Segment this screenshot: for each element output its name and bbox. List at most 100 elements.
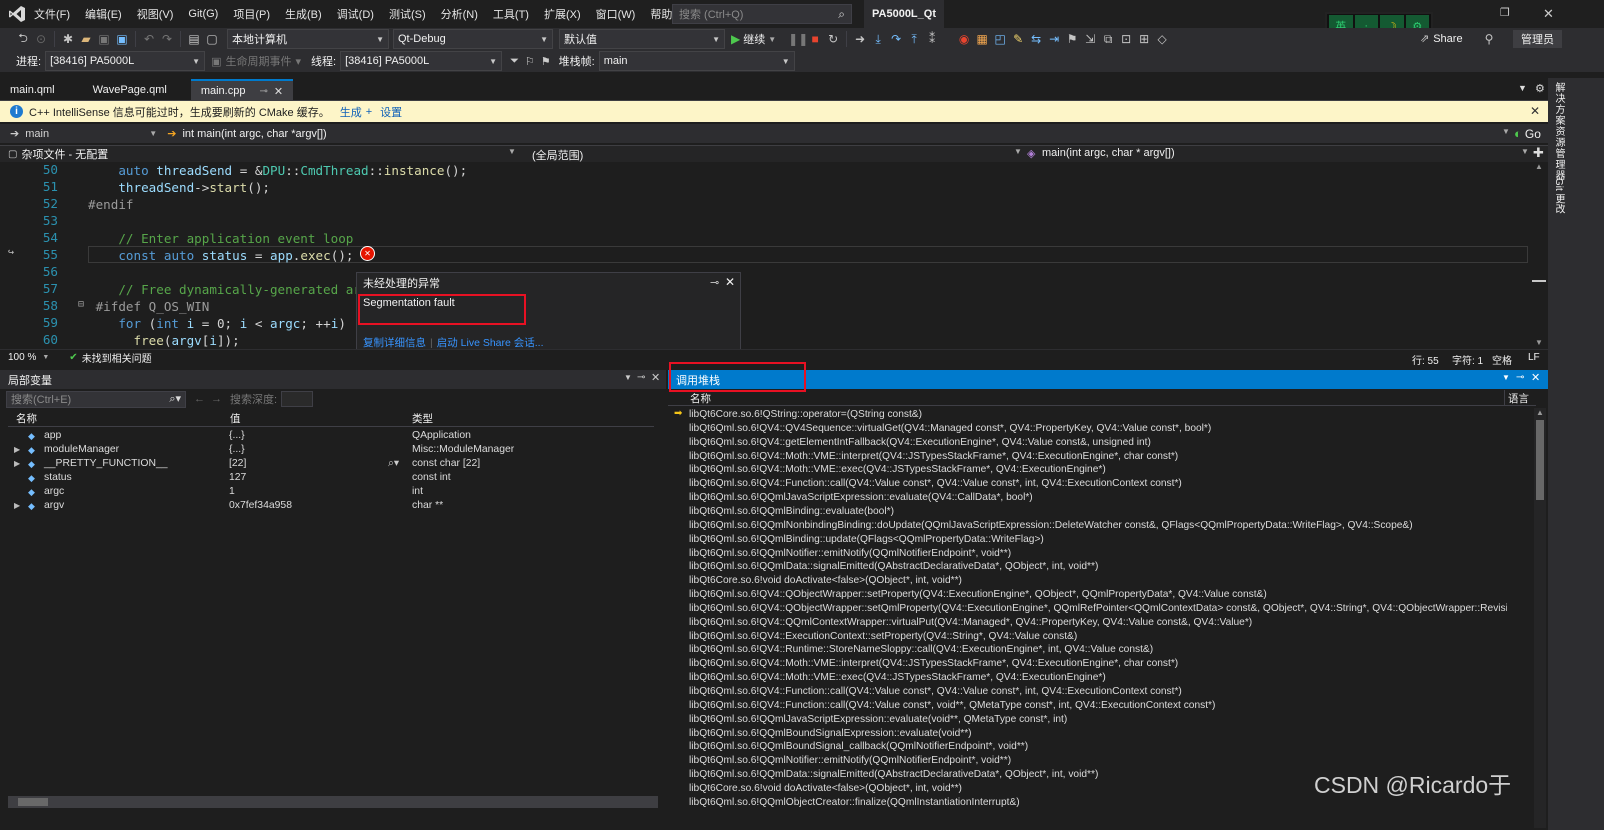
settings-link[interactable]: 设置: [380, 104, 402, 120]
callstack-frame[interactable]: libQt6Qml.so.6!QV4::Function::call(QV4::…: [689, 685, 1507, 699]
chevron-down-icon[interactable]: ▼: [1014, 147, 1022, 156]
code-line[interactable]: const auto status = app.exec();: [88, 247, 353, 264]
eol-indicator[interactable]: LF: [1528, 352, 1540, 363]
locals-hscrollbar[interactable]: [8, 796, 658, 808]
hex-display-icon[interactable]: ⁑: [923, 32, 941, 46]
object-browser-icon[interactable]: ⊡: [1117, 32, 1135, 46]
show-next-statement-icon[interactable]: ➜: [851, 32, 869, 46]
callstack-frame[interactable]: libQt6Qml.so.6!QQmlNonbindingBinding::do…: [689, 519, 1507, 533]
close-window-icon[interactable]: ✕: [1543, 6, 1554, 22]
locals-row[interactable]: ▶ ◆ argv 0x7fef34a958 char **: [8, 499, 654, 513]
zoom-level[interactable]: 100 %: [8, 352, 36, 363]
code-line[interactable]: #endif: [88, 196, 134, 213]
forward-icon[interactable]: →: [211, 393, 222, 405]
liveshare-link[interactable]: 启动 Live Share 会话...: [437, 335, 544, 350]
platform-select[interactable]: 默认值 ▼: [559, 29, 725, 49]
indent-icon[interactable]: ⇥: [1045, 32, 1063, 46]
char-indicator[interactable]: 字符: 1: [1452, 352, 1483, 367]
git-changes-tab[interactable]: Git 更改: [1551, 178, 1566, 214]
callstack-frame[interactable]: libQt6Qml.so.6!QQmlBinding::evaluate(boo…: [689, 505, 1507, 519]
scroll-up-icon[interactable]: ▲: [1536, 408, 1544, 417]
callstack-frame[interactable]: libQt6Qml.so.6!QV4::Moth::VME::exec(QV4:…: [689, 671, 1507, 685]
callstack-frame[interactable]: libQt6Qml.so.6!QQmlData::signalEmitted(Q…: [689, 560, 1507, 574]
target-machine-select[interactable]: 本地计算机 ▼: [227, 29, 389, 49]
code-line[interactable]: // Enter application event loop: [88, 230, 353, 247]
find-icon[interactable]: ▤: [185, 32, 203, 46]
callstack-frame[interactable]: libQt6Qml.so.6!QV4::QV4Sequence::virtual…: [689, 422, 1507, 436]
callstack-frame[interactable]: libQt6Qml.so.6!QQmlJavaScriptExpression:…: [689, 713, 1507, 727]
expand-icon[interactable]: ▶: [14, 443, 20, 457]
search-input[interactable]: 搜索 (Ctrl+Q) ⌕: [672, 4, 852, 24]
callstack-frame[interactable]: libQt6Qml.so.6!QQmlBoundSignalExpression…: [689, 727, 1507, 741]
add-split-icon[interactable]: ✚: [1533, 145, 1544, 161]
callstack-frame[interactable]: libQt6Qml.so.6!QV4::Moth::VME::interpret…: [689, 450, 1507, 464]
solution-explorer-tab[interactable]: 解决方案资源管理器: [1551, 82, 1566, 181]
step-into-icon[interactable]: ⤓: [869, 32, 887, 47]
variable-value[interactable]: [22]: [229, 457, 246, 471]
tab-overflow-icon[interactable]: ▼: [1518, 83, 1527, 93]
settings-icon[interactable]: ⚙: [1535, 82, 1545, 95]
next-bookmark-icon[interactable]: ⇲: [1081, 32, 1099, 46]
file-scope[interactable]: 杂项文件 - 无配置: [21, 146, 108, 162]
restart-icon[interactable]: ↻: [824, 32, 842, 46]
global-scope[interactable]: (全局范围): [532, 147, 583, 163]
step-out-icon[interactable]: ⤒: [905, 32, 923, 47]
column-language[interactable]: 语言: [1508, 391, 1529, 406]
callstack-frame[interactable]: libQt6Qml.so.6!QQmlNotifier::emitNotify(…: [689, 547, 1507, 561]
lifecycle-events-button[interactable]: 生命周期事件: [225, 53, 291, 69]
menu-item[interactable]: 文件(F): [34, 6, 70, 22]
diagnostics-icon[interactable]: ◉: [955, 32, 973, 46]
column-type[interactable]: 类型: [412, 411, 433, 426]
redo-icon[interactable]: ↷: [158, 32, 176, 46]
properties-icon[interactable]: ◇: [1153, 32, 1171, 46]
callstack-frame[interactable]: libQt6Qml.so.6!QQmlBinding::update(QFlag…: [689, 533, 1507, 547]
configuration-select[interactable]: Qt-Debug ▼: [393, 29, 553, 49]
chevron-down-icon[interactable]: ▼: [1521, 147, 1529, 156]
variable-value[interactable]: 0x7fef34a958: [229, 499, 292, 513]
menu-item[interactable]: 工具(T): [493, 6, 529, 22]
close-icon[interactable]: ✕: [274, 85, 283, 98]
close-icon[interactable]: ✕: [651, 371, 660, 384]
issues-status[interactable]: 未找到相关问题: [82, 350, 152, 365]
callstack-frame[interactable]: libQt6Qml.so.6!QV4::QQmlContextWrapper::…: [689, 616, 1507, 630]
callstack-frame[interactable]: libQt6Qml.so.6!QV4::getElementIntFallbac…: [689, 436, 1507, 450]
expand-icon[interactable]: ▶: [14, 499, 20, 513]
toggle-bookmark-icon[interactable]: ⚑: [1063, 32, 1081, 46]
callstack-frame[interactable]: libQt6Core.so.6!void doActivate<false>(Q…: [689, 574, 1507, 588]
code-line[interactable]: // Free dynamically-generated ar: [88, 281, 361, 298]
class-view-icon[interactable]: ⧉: [1099, 32, 1117, 47]
comment-icon[interactable]: ✎: [1009, 32, 1027, 46]
tab-main-cpp[interactable]: main.cpp ⊸ ✕: [190, 79, 294, 101]
variable-value[interactable]: 1: [229, 485, 235, 499]
back-icon[interactable]: ⮌: [14, 29, 32, 50]
toolbox-icon[interactable]: ⊞: [1135, 32, 1153, 46]
code-line[interactable]: auto threadSend = &DPU::CmdThread::insta…: [88, 162, 467, 179]
scope-select[interactable]: main ▼: [25, 128, 157, 140]
back-icon[interactable]: ←: [194, 393, 205, 405]
breakpoint-window-icon[interactable]: ◰: [991, 32, 1009, 46]
callstack-frame[interactable]: libQt6Qml.so.6!QV4::Moth::VME::interpret…: [689, 657, 1507, 671]
feedback-icon[interactable]: ⚲: [1480, 32, 1498, 46]
menu-item[interactable]: 扩展(X): [544, 6, 581, 22]
callstack-frame[interactable]: libQt6Qml.so.6!QV4::Function::call(QV4::…: [689, 699, 1507, 713]
variable-value[interactable]: {...}: [229, 443, 245, 457]
stackframe-select[interactable]: main ▼: [598, 51, 795, 71]
pin-icon[interactable]: ⊸: [1516, 372, 1524, 383]
dropdown-icon[interactable]: ▼: [624, 373, 632, 382]
menu-item[interactable]: 分析(N): [441, 6, 478, 22]
menu-item[interactable]: Git(G): [188, 8, 218, 20]
close-icon[interactable]: ✕: [725, 275, 735, 289]
whitespace-indicator[interactable]: 空格: [1492, 352, 1512, 367]
callstack-scrollbar[interactable]: ▲: [1534, 408, 1546, 828]
scroll-down-icon[interactable]: ▼: [1535, 338, 1543, 347]
expand-icon[interactable]: ▶: [14, 457, 20, 471]
thread-select[interactable]: [38416] PA5000L ▼: [340, 51, 503, 71]
copy-details-link[interactable]: 复制详细信息: [363, 335, 426, 350]
locals-row[interactable]: ▶ ◆ __PRETTY_FUNCTION__ [22] const char [22]…: [8, 457, 654, 471]
save-icon[interactable]: ▣: [95, 32, 113, 46]
tab-wavepage-qml[interactable]: WavePage.qml: [83, 79, 177, 101]
function-signature[interactable]: int main(int argc, char *argv[]): [182, 128, 326, 140]
code-line[interactable]: for (int i = 0; i < argc; ++i): [88, 315, 346, 332]
filter-icon[interactable]: ⏷: [510, 55, 519, 68]
break-all-icon[interactable]: ❚❚: [788, 32, 808, 46]
